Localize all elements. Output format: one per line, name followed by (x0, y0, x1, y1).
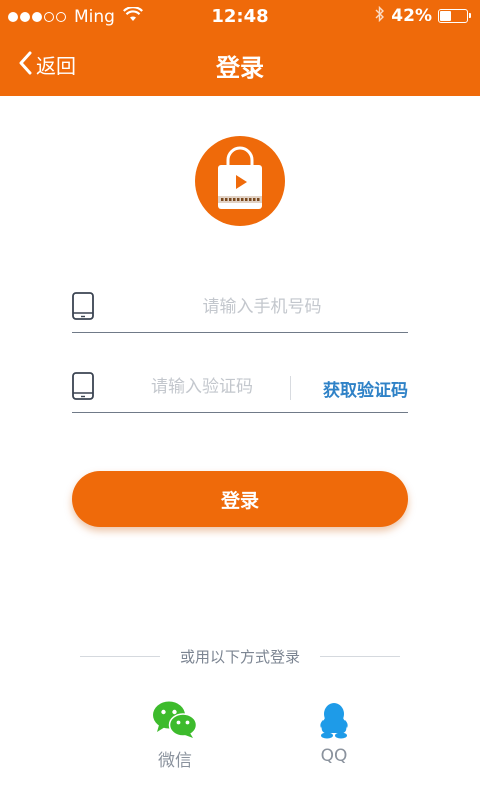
wechat-label: 微信 (158, 751, 192, 771)
battery-percent: 42% (391, 6, 432, 26)
bluetooth-icon (375, 5, 385, 26)
status-right: 42% (375, 5, 471, 26)
field-divider (290, 376, 291, 400)
app-logo (195, 136, 285, 226)
phone-input[interactable] (112, 292, 412, 322)
qq-label: QQ (320, 746, 348, 766)
get-code-button[interactable]: 获取验证码 (323, 376, 408, 401)
wechat-icon (152, 701, 198, 744)
status-bar: Ming 12:48 42% (0, 0, 480, 32)
mobile-phone-icon (72, 292, 94, 324)
phone-field (72, 280, 412, 333)
divider-line-left (80, 656, 160, 657)
mobile-phone-icon (72, 372, 94, 404)
page-title: 登录 (216, 54, 264, 82)
header-background: Ming 12:48 42% 返回 登录 (0, 0, 480, 96)
verification-code-input[interactable] (112, 372, 292, 402)
wechat-login-button[interactable]: 微信 (135, 700, 215, 771)
divider-line-right (320, 656, 400, 657)
login-button[interactable]: 登录 (72, 471, 408, 527)
verification-code-field: 获取验证码 (72, 360, 408, 413)
alternative-login-text: 或用以下方式登录 (179, 648, 300, 666)
battery-icon (438, 9, 471, 23)
qq-login-button[interactable]: QQ (294, 700, 374, 766)
shopping-bag-video-icon (218, 146, 262, 209)
qq-icon (314, 703, 354, 744)
navigation-bar: 返回 登录 (0, 32, 480, 96)
